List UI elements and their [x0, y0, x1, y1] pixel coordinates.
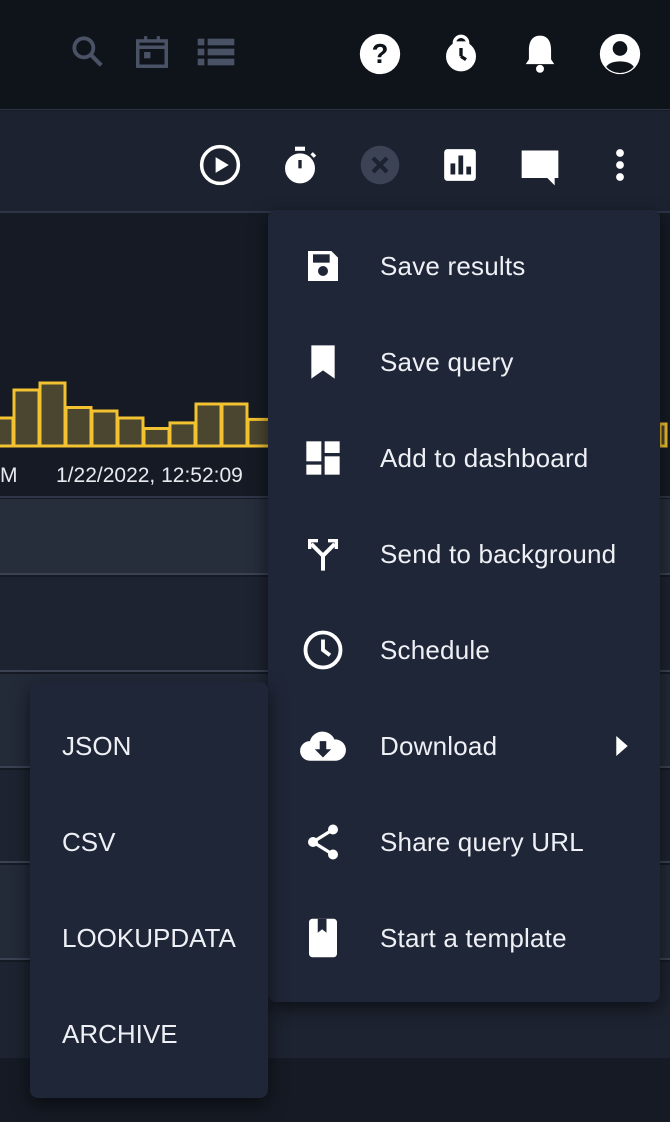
- menu-item-download[interactable]: Download: [268, 698, 660, 794]
- download-lookupdata-option[interactable]: LOOKUPDATA: [30, 890, 268, 986]
- histogram-bar[interactable]: [168, 421, 197, 448]
- more-vertical-icon[interactable]: [604, 143, 636, 187]
- share-icon: [298, 817, 348, 867]
- query-toolbar: [0, 111, 670, 213]
- timer-alert-icon[interactable]: [438, 28, 484, 78]
- calendar-icon[interactable]: [130, 30, 174, 74]
- menu-item-label: Share query URL: [380, 826, 584, 857]
- menu-item-save-query[interactable]: Save query: [268, 314, 660, 410]
- histogram-bar[interactable]: [90, 409, 119, 448]
- submenu-item-label: ARCHIVE: [62, 1018, 178, 1049]
- chart-icon[interactable]: [438, 143, 482, 187]
- fork-icon: [298, 529, 348, 579]
- clock-icon: [298, 625, 348, 675]
- histogram-bar[interactable]: [142, 427, 171, 448]
- histogram-bar[interactable]: [64, 406, 93, 448]
- histogram-bar[interactable]: [12, 388, 41, 448]
- search-icon[interactable]: [66, 30, 108, 72]
- bookmark-icon: [298, 337, 348, 387]
- histogram-bar[interactable]: [658, 422, 668, 448]
- download-format-submenu: JSON CSV LOOKUPDATA ARCHIVE: [30, 682, 268, 1098]
- query-actions-menu: Save results Save query Add to dashboard…: [268, 210, 660, 1002]
- submenu-item-label: JSON: [62, 730, 132, 761]
- bell-icon[interactable]: [518, 30, 562, 76]
- timeline-timestamp: 1/22/2022, 12:52:09: [56, 464, 243, 487]
- account-icon[interactable]: [596, 30, 644, 78]
- menu-item-label: Save results: [380, 250, 526, 281]
- template-icon: [298, 913, 348, 963]
- histogram-bar[interactable]: [116, 416, 145, 448]
- menu-item-share-query-url[interactable]: Share query URL: [268, 794, 660, 890]
- list-icon[interactable]: [194, 30, 238, 74]
- download-json-option[interactable]: JSON: [30, 698, 268, 794]
- chevron-right-icon: [616, 736, 628, 756]
- submenu-item-label: CSV: [62, 826, 116, 857]
- cloud-download-icon: [298, 721, 348, 771]
- histogram-bar[interactable]: [0, 416, 15, 448]
- histogram-bar[interactable]: [220, 402, 249, 448]
- menu-item-start-a-template[interactable]: Start a template: [268, 890, 660, 986]
- menu-item-label: Add to dashboard: [380, 442, 589, 473]
- run-icon[interactable]: [198, 143, 242, 187]
- download-csv-option[interactable]: CSV: [30, 794, 268, 890]
- stopwatch-icon[interactable]: [278, 141, 322, 189]
- top-navigation-bar: ?: [0, 0, 670, 110]
- submenu-item-label: LOOKUPDATA: [62, 922, 236, 953]
- save-icon: [298, 241, 348, 291]
- menu-item-label: Start a template: [380, 922, 567, 953]
- timeline-label-left: M: [0, 464, 18, 487]
- histogram-bar[interactable]: [38, 381, 67, 448]
- dashboard-icon: [298, 433, 348, 483]
- histogram-bar[interactable]: [194, 402, 223, 448]
- svg-text:?: ?: [372, 38, 389, 69]
- menu-item-schedule[interactable]: Schedule: [268, 602, 660, 698]
- menu-item-label: Save query: [380, 346, 514, 377]
- comment-icon[interactable]: [516, 143, 564, 191]
- menu-item-save-results[interactable]: Save results: [268, 218, 660, 314]
- menu-item-label: Schedule: [380, 634, 491, 665]
- menu-item-add-to-dashboard[interactable]: Add to dashboard: [268, 410, 660, 506]
- menu-item-label: Download: [380, 730, 498, 761]
- help-icon[interactable]: ?: [356, 30, 404, 78]
- cancel-icon[interactable]: [358, 143, 402, 187]
- menu-item-label: Send to background: [380, 538, 617, 569]
- download-archive-option[interactable]: ARCHIVE: [30, 986, 268, 1082]
- menu-item-send-to-background[interactable]: Send to background: [268, 506, 660, 602]
